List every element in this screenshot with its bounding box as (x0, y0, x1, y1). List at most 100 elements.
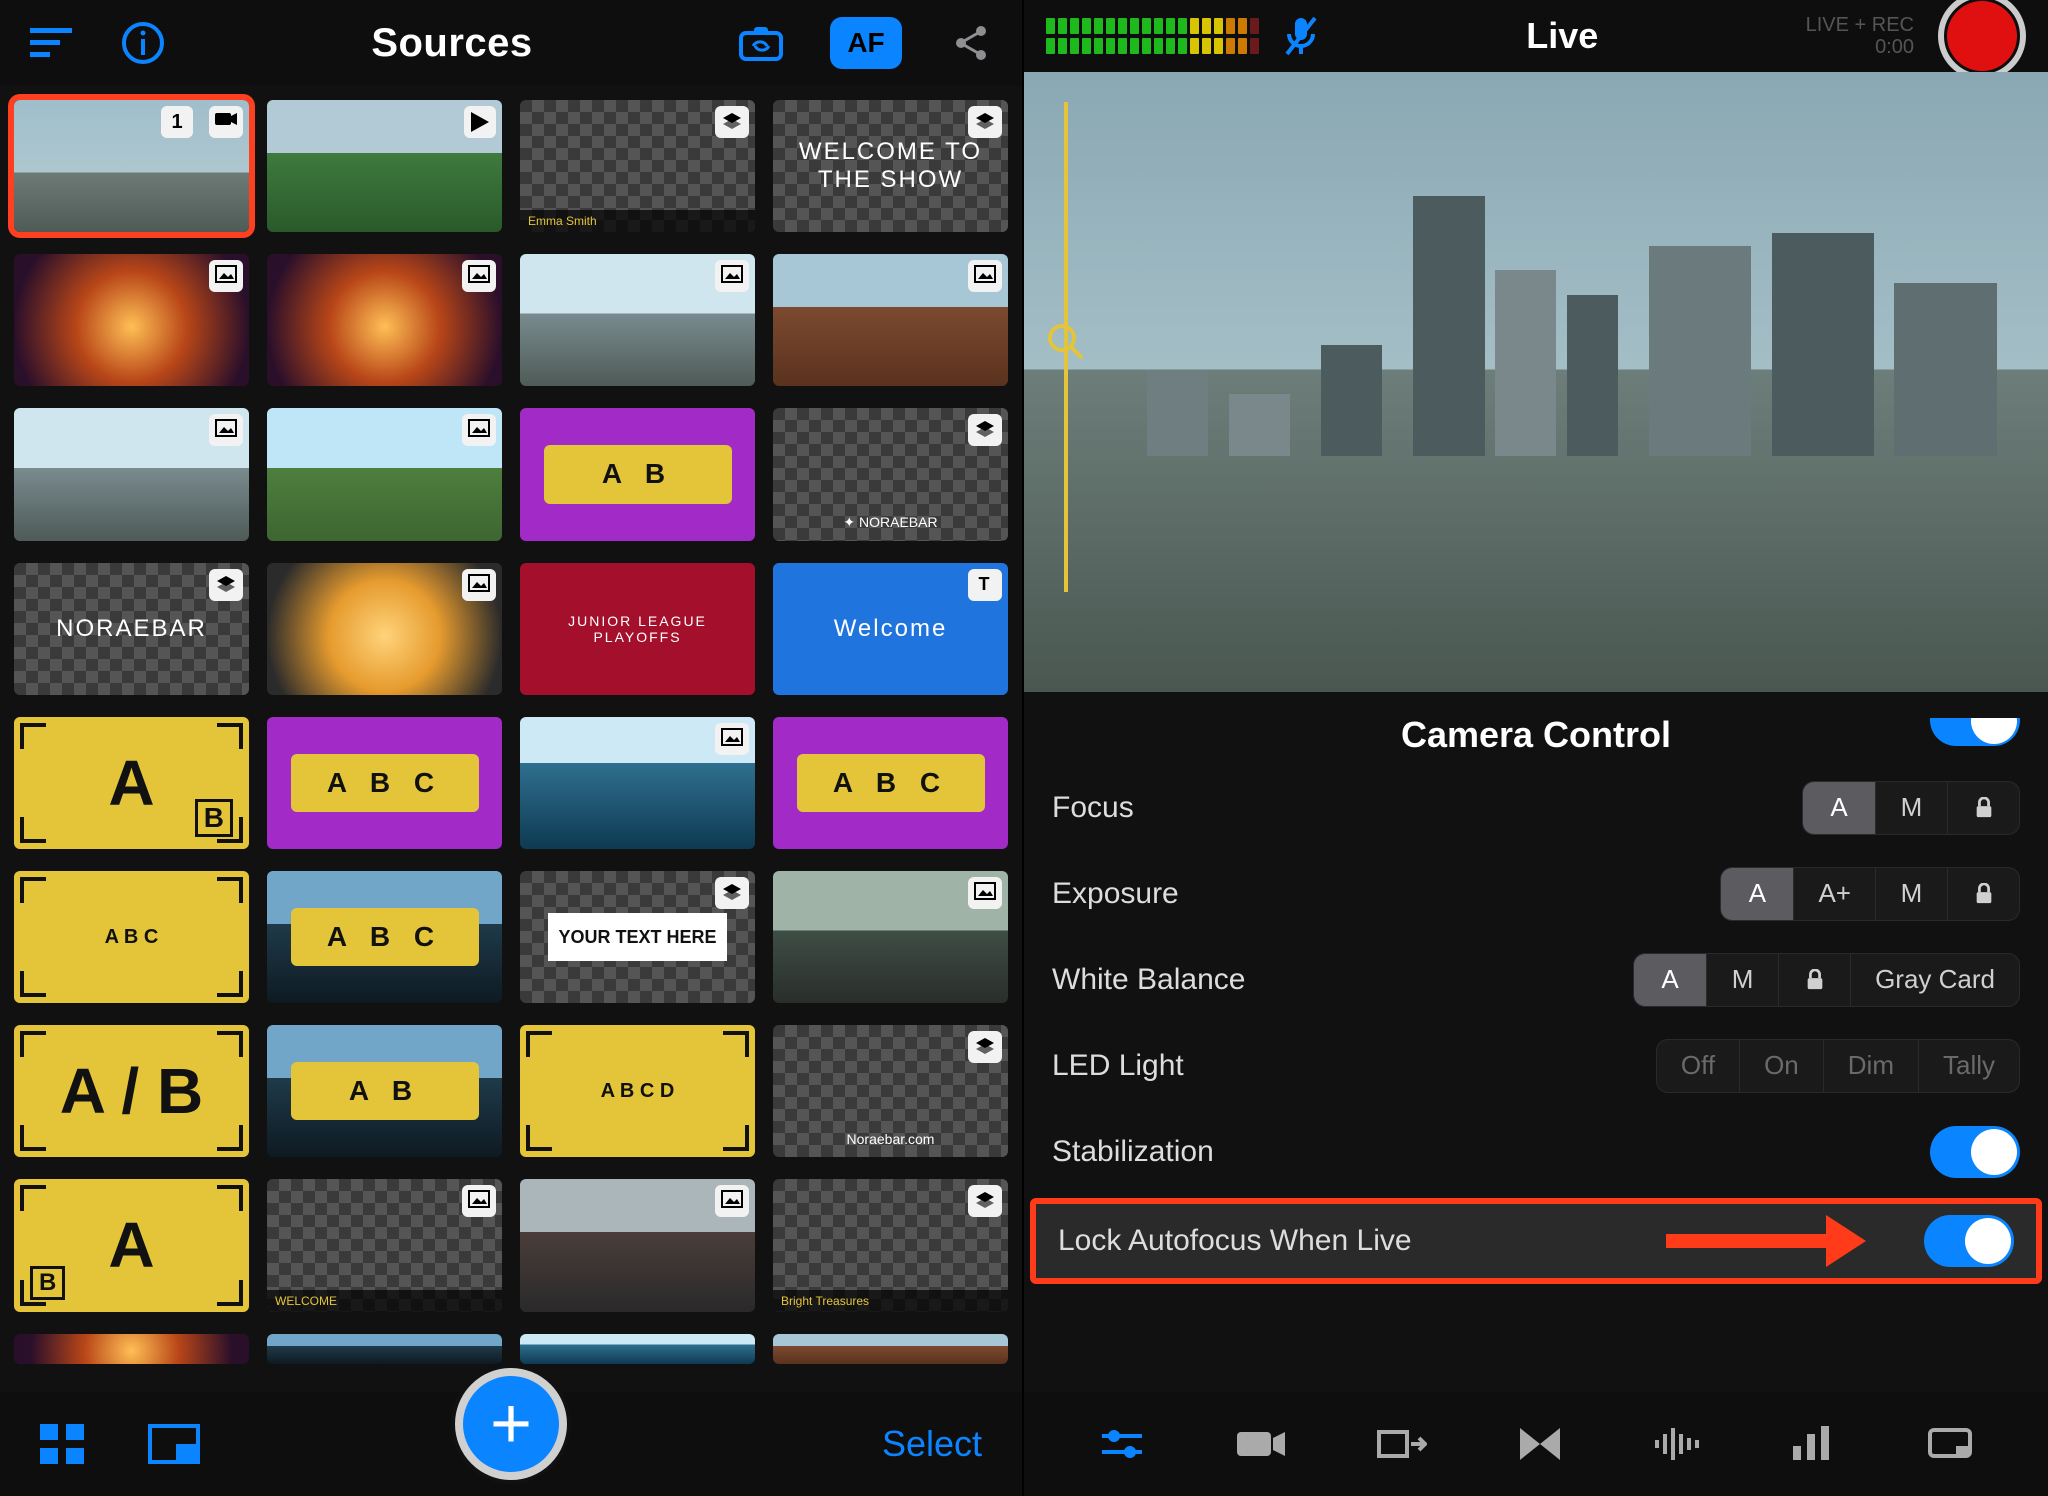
source-thumbnail[interactable]: ✦ NORAEBAR (773, 408, 1008, 540)
stabilization-row: Stabilization (1052, 1108, 2020, 1194)
source-thumbnail[interactable] (520, 254, 755, 386)
tab-display-icon[interactable] (1926, 1424, 1974, 1464)
text-icon: T (968, 569, 1002, 601)
source-thumbnail[interactable]: A B (520, 408, 755, 540)
source-thumbnail[interactable]: A B C (14, 871, 249, 1003)
source-thumbnail[interactable]: WelcomeT (773, 563, 1008, 695)
source-thumbnail[interactable]: Bright Treasures (773, 1179, 1008, 1311)
layers-icon (968, 1185, 1002, 1217)
focus-segment: A M (1802, 781, 2020, 835)
layers-icon (715, 106, 749, 138)
source-thumbnail[interactable]: 1 (14, 100, 249, 232)
camera-control-rows: Focus A M Exposure A A+ M White Balance (1024, 764, 2048, 1284)
tab-levels-icon[interactable] (1789, 1424, 1837, 1464)
focus-lock[interactable] (1947, 782, 2019, 834)
wb-graycard[interactable]: Gray Card (1850, 954, 2019, 1006)
source-thumbnail[interactable] (267, 563, 502, 695)
tab-controls-icon[interactable] (1098, 1424, 1146, 1464)
source-thumbnail[interactable] (267, 1334, 502, 1364)
exposure-row: Exposure A A+ M (1052, 850, 2020, 936)
menu-icon[interactable] (28, 20, 74, 66)
source-thumbnail[interactable] (773, 871, 1008, 1003)
image-icon (209, 260, 243, 292)
magnifier-icon[interactable] (1046, 322, 1086, 362)
source-thumbnail[interactable]: A B C (267, 871, 502, 1003)
layers-icon (209, 569, 243, 601)
camera-icon (209, 106, 243, 138)
toggle-partial[interactable] (1930, 718, 2020, 746)
sources-grid-scroll[interactable]: 1Emma SmithWELCOME TO THE SHOWA B✦ NORAE… (0, 86, 1022, 1396)
image-icon (715, 723, 749, 755)
source-thumbnail[interactable] (14, 254, 249, 386)
camera-control-title: Camera Control (1024, 692, 2048, 764)
tab-output-icon[interactable] (1375, 1424, 1427, 1464)
source-thumbnail[interactable] (520, 717, 755, 849)
image-icon (462, 569, 496, 601)
led-tally[interactable]: Tally (1918, 1040, 2019, 1092)
source-thumbnail[interactable] (520, 1334, 755, 1364)
source-thumbnail[interactable]: JUNIOR LEAGUE PLAYOFFS (520, 563, 755, 695)
live-preview[interactable] (1024, 72, 2048, 692)
source-thumbnail[interactable] (267, 100, 502, 232)
live-header: Live LIVE + REC 0:00 (1024, 0, 2048, 72)
image-icon (209, 414, 243, 446)
source-thumbnail[interactable]: WELCOME (267, 1179, 502, 1311)
exposure-manual[interactable]: M (1875, 868, 1947, 920)
info-icon[interactable] (120, 20, 166, 66)
source-thumbnail[interactable] (773, 1334, 1008, 1364)
grid-view-icon[interactable] (40, 1424, 84, 1464)
source-thumbnail[interactable] (267, 254, 502, 386)
exposure-auto[interactable]: A (1721, 868, 1793, 920)
source-thumbnail[interactable]: WELCOME TO THE SHOW (773, 100, 1008, 232)
focus-auto[interactable]: A (1803, 782, 1875, 834)
source-thumbnail[interactable]: A B (267, 1025, 502, 1157)
layers-icon (968, 106, 1002, 138)
record-dot-icon (1947, 1, 2017, 71)
source-thumbnail[interactable]: Noraebar.com (773, 1025, 1008, 1157)
led-dim[interactable]: Dim (1823, 1040, 1918, 1092)
pip-layout-icon[interactable] (148, 1424, 200, 1464)
led-on[interactable]: On (1739, 1040, 1823, 1092)
select-link[interactable]: Select (882, 1423, 982, 1465)
tab-audio-icon[interactable] (1653, 1424, 1701, 1464)
focus-manual[interactable]: M (1875, 782, 1947, 834)
exposure-lock[interactable] (1947, 868, 2019, 920)
source-thumbnail[interactable] (520, 1179, 755, 1311)
source-thumbnail[interactable] (773, 254, 1008, 386)
lock-autofocus-toggle[interactable] (1924, 1215, 2014, 1267)
mic-mute-icon[interactable] (1283, 14, 1319, 58)
source-thumbnail[interactable]: Emma Smith (520, 100, 755, 232)
wb-manual[interactable]: M (1706, 954, 1778, 1006)
source-index-badge: 1 (161, 106, 193, 138)
image-icon (968, 877, 1002, 909)
add-source-button[interactable]: + (455, 1368, 567, 1480)
record-status-chip: LIVE + REC 0:00 (1806, 14, 1914, 58)
image-icon (462, 1185, 496, 1217)
annotation-arrow (1666, 1215, 1866, 1267)
source-thumbnail[interactable] (14, 1334, 249, 1364)
source-thumbnail[interactable] (267, 408, 502, 540)
source-thumbnail[interactable]: A B C (773, 717, 1008, 849)
image-icon (715, 1185, 749, 1217)
source-thumbnail[interactable]: AB (14, 717, 249, 849)
autofocus-toggle[interactable]: AF (830, 17, 902, 69)
lock-autofocus-row: Lock Autofocus When Live (1030, 1198, 2042, 1284)
tab-camera-icon[interactable] (1235, 1426, 1287, 1462)
source-thumbnail[interactable] (14, 408, 249, 540)
share-icon[interactable] (948, 20, 994, 66)
source-thumbnail[interactable]: A B C D (520, 1025, 755, 1157)
source-thumbnail[interactable]: AB (14, 1179, 249, 1311)
source-thumbnail[interactable]: A / B (14, 1025, 249, 1157)
source-thumbnail[interactable]: YOUR TEXT HERE (520, 871, 755, 1003)
wb-lock[interactable] (1778, 954, 1850, 1006)
led-off[interactable]: Off (1657, 1040, 1739, 1092)
play-icon (464, 106, 496, 138)
tab-transition-icon[interactable] (1516, 1424, 1564, 1464)
wb-auto[interactable]: A (1634, 954, 1706, 1006)
camera-swap-icon[interactable] (738, 20, 784, 66)
stabilization-toggle[interactable] (1930, 1126, 2020, 1178)
record-button[interactable] (1938, 0, 2026, 80)
exposure-auto-plus[interactable]: A+ (1793, 868, 1875, 920)
source-thumbnail[interactable]: NORAEBAR (14, 563, 249, 695)
source-thumbnail[interactable]: A B C (267, 717, 502, 849)
